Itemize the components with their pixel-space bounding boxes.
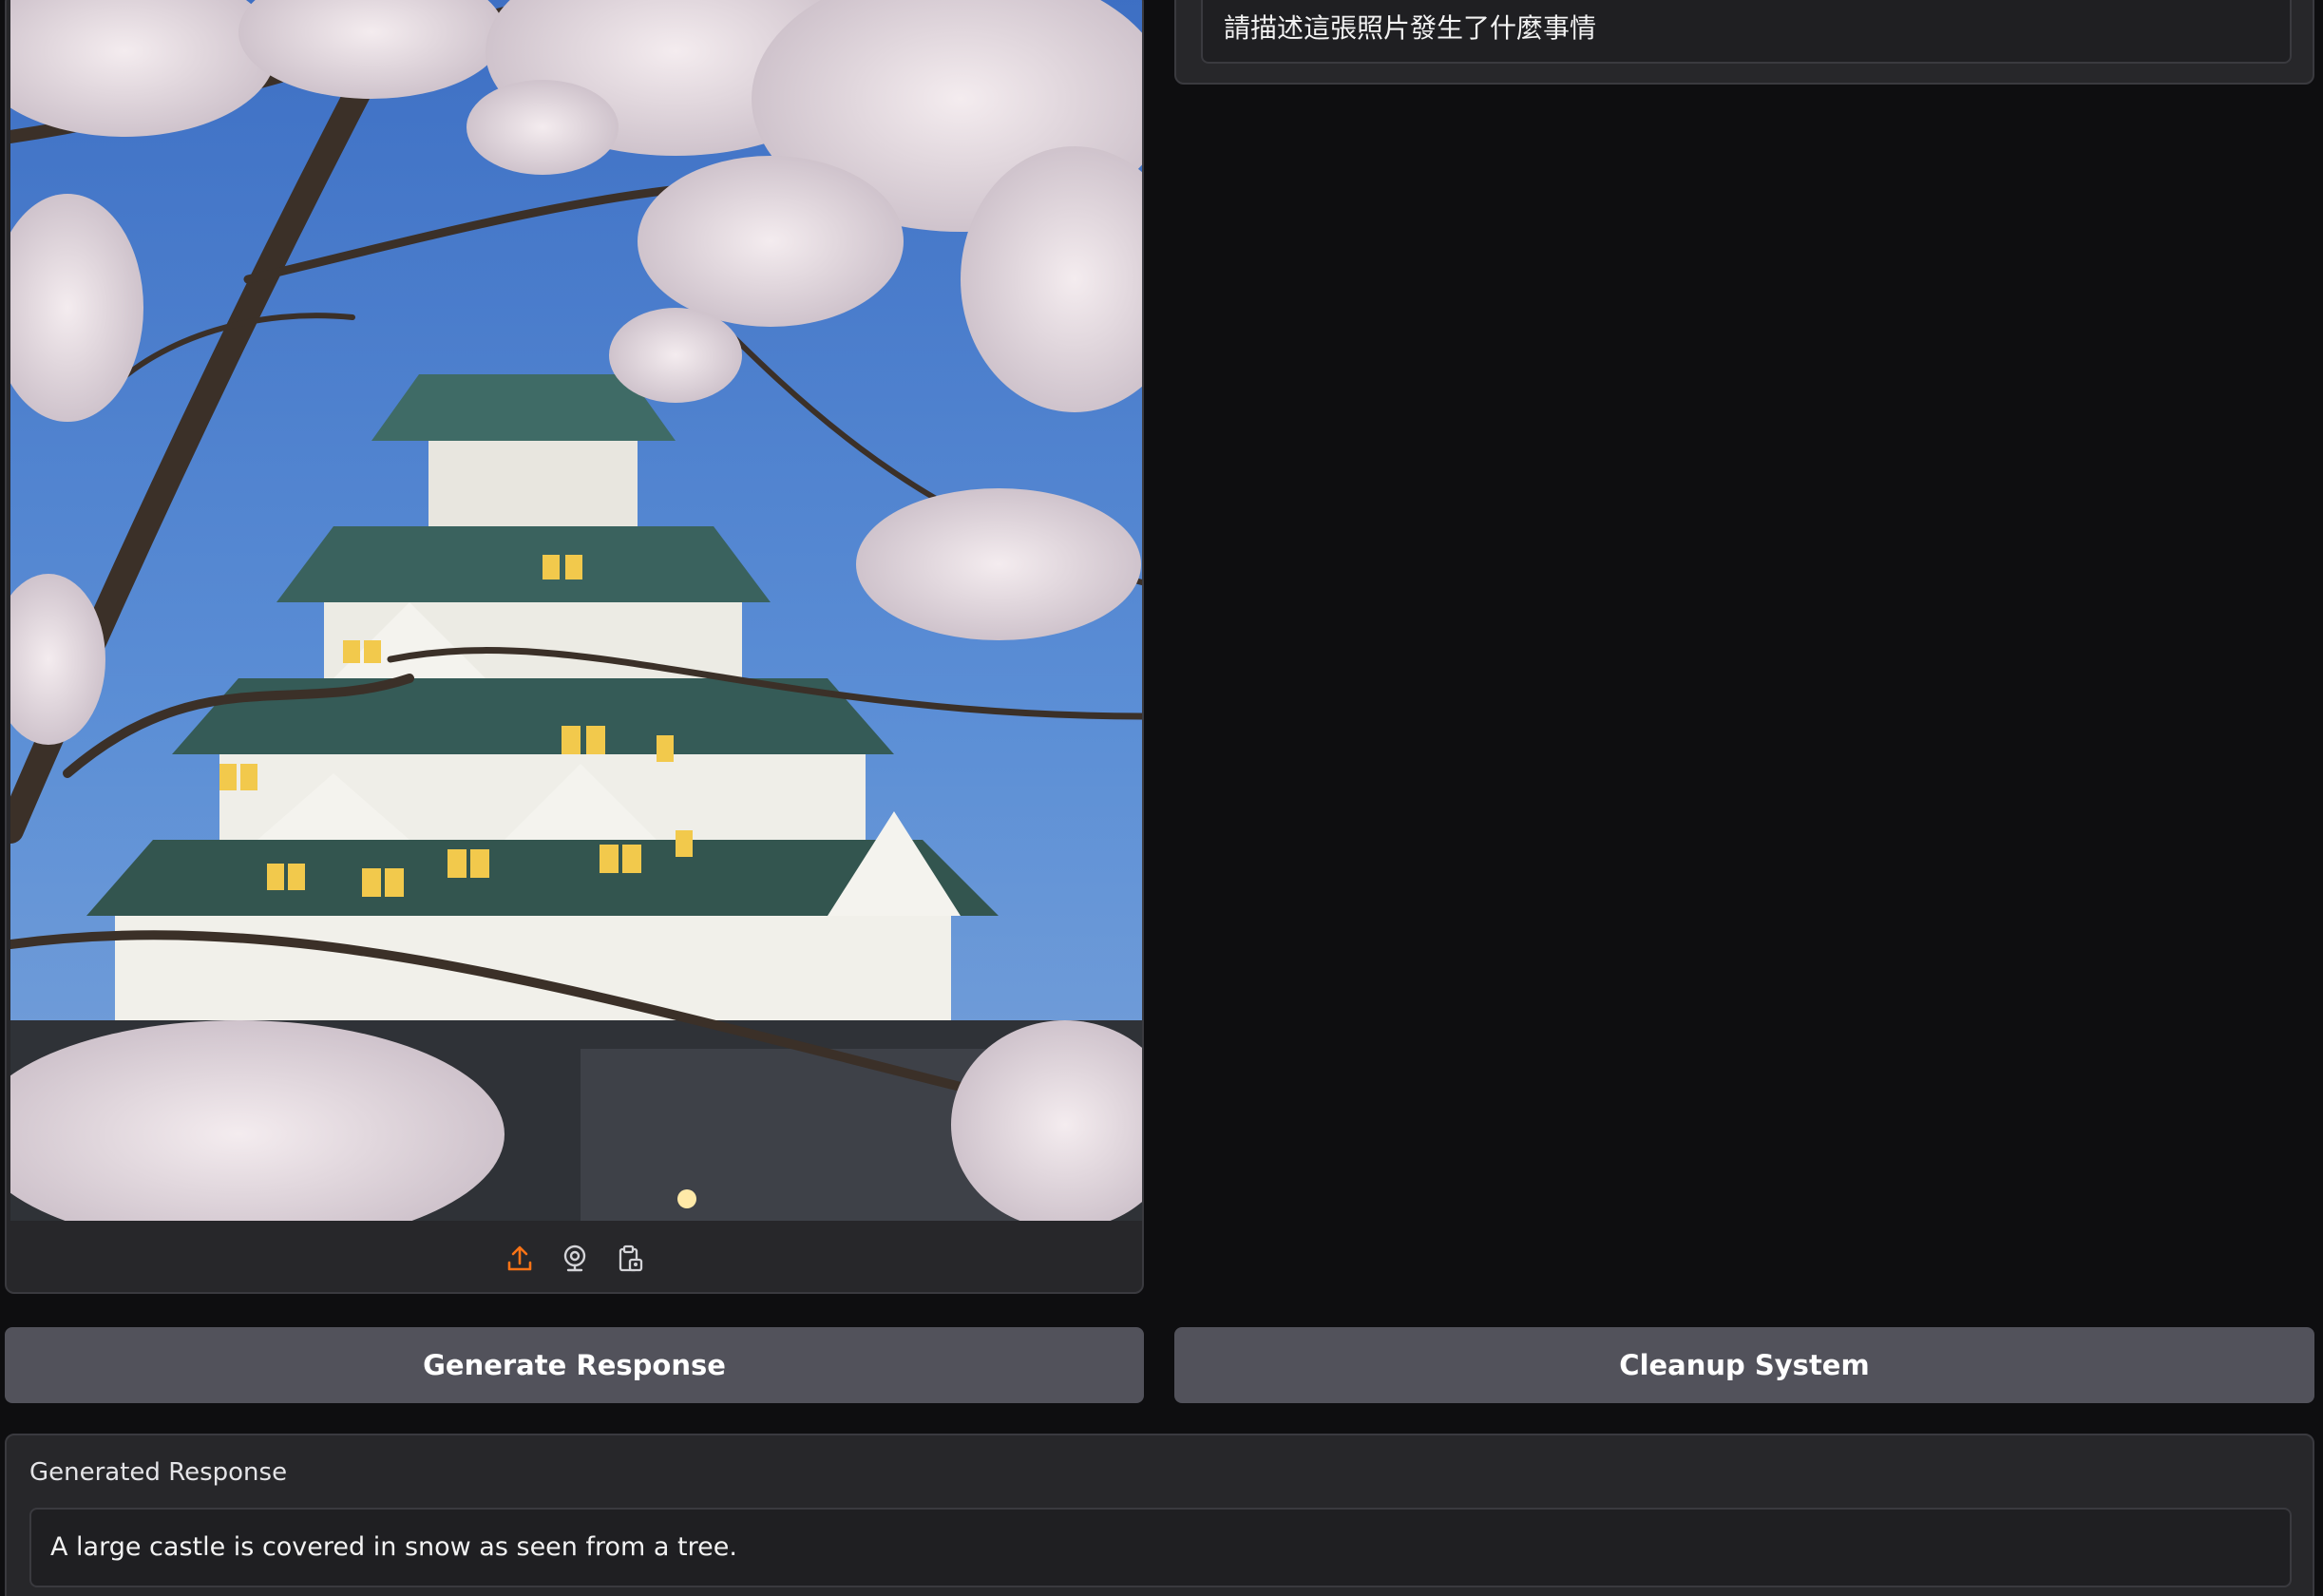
prompt-input[interactable]: 請描述這張照片發生了什麼事情 (1201, 0, 2292, 64)
paste-clipboard-button[interactable] (614, 1243, 646, 1275)
prompt-panel: 請描述這張照片發生了什麼事情 (1174, 0, 2314, 85)
uploaded-photo (10, 0, 1142, 1221)
upload-icon (507, 1245, 531, 1270)
image-source-toolbar (7, 1221, 1142, 1292)
generated-response-label: Generated Response (29, 1458, 288, 1487)
generate-response-button[interactable]: Generate Response (5, 1327, 1144, 1403)
generated-response-textbox[interactable]: A large castle is covered in snow as see… (29, 1508, 2292, 1587)
generated-response-panel: Generated Response A large castle is cov… (5, 1434, 2314, 1596)
clipboard-paste-icon (619, 1244, 642, 1271)
upload-button[interactable] (504, 1243, 536, 1275)
image-input-panel[interactable] (5, 0, 1144, 1294)
webcam-button[interactable] (559, 1243, 591, 1275)
cleanup-system-button[interactable]: Cleanup System (1174, 1327, 2314, 1403)
photo-castle-cherry-blossoms (10, 0, 1142, 1221)
webcam-icon (563, 1244, 585, 1271)
